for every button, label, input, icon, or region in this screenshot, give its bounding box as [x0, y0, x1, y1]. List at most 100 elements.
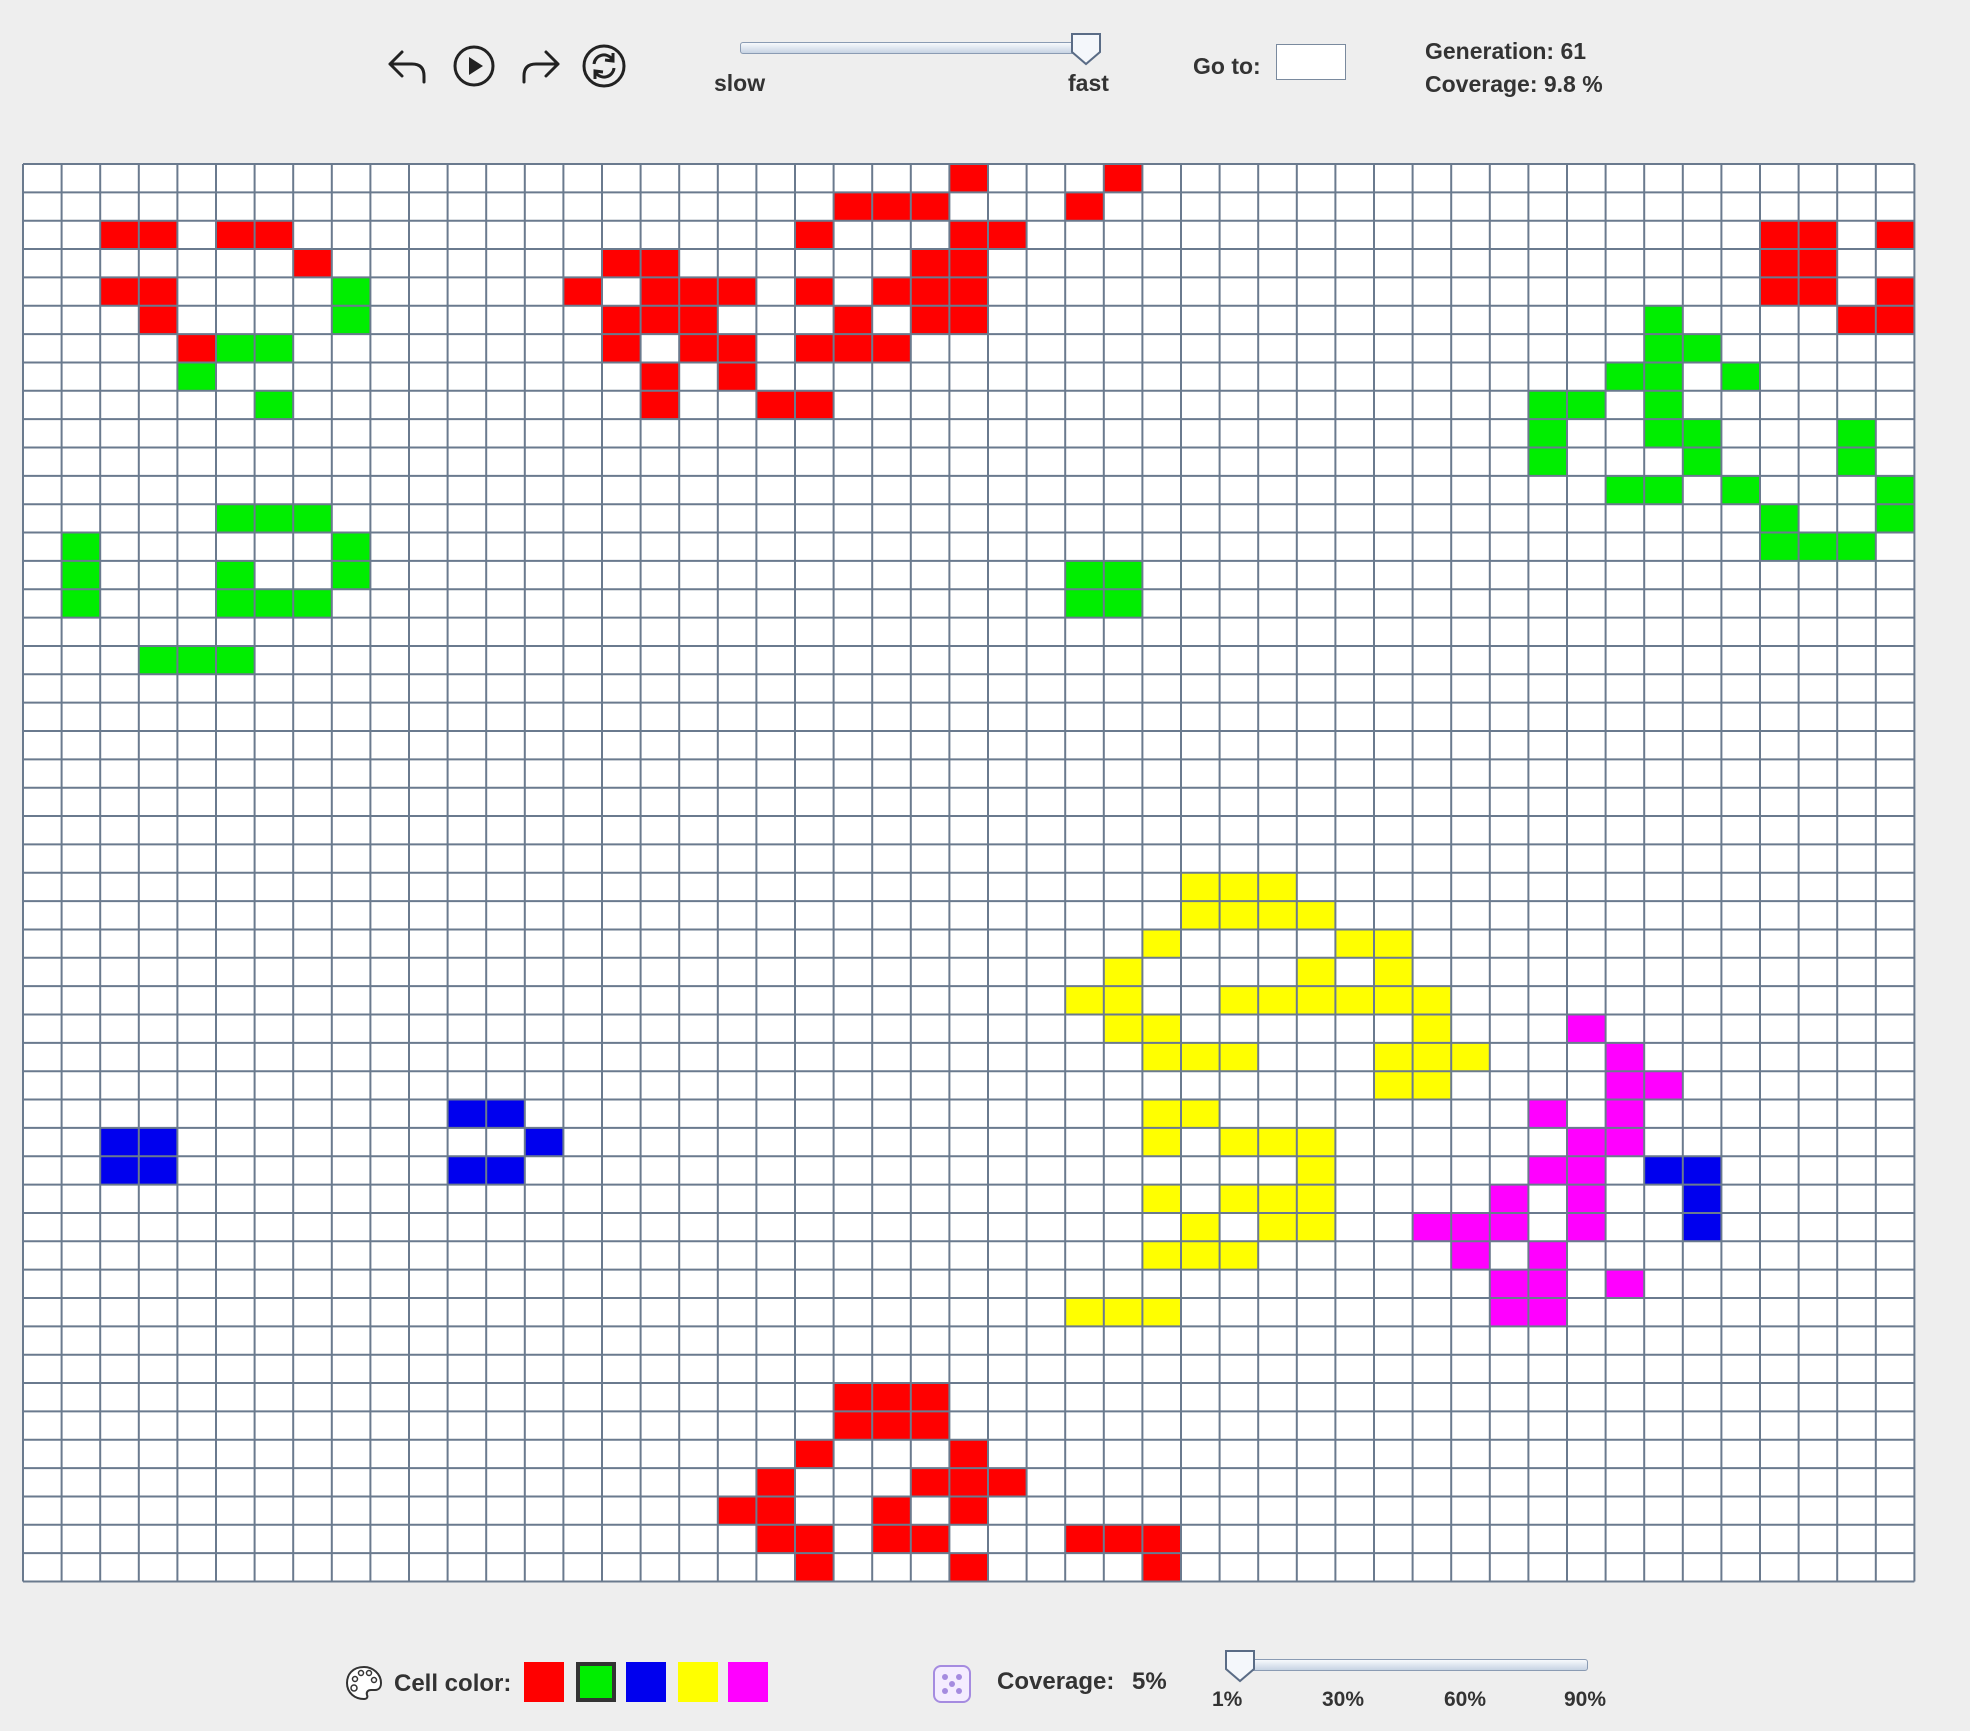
live-cell[interactable] [872, 277, 911, 306]
live-cell[interactable] [1875, 220, 1915, 250]
live-cell[interactable] [1065, 589, 1104, 618]
live-cell[interactable] [1682, 447, 1722, 476]
live-cell[interactable] [1682, 1184, 1722, 1213]
live-cell[interactable] [331, 277, 371, 306]
live-cell[interactable] [1296, 1184, 1336, 1213]
live-cell[interactable] [1567, 1212, 1606, 1242]
live-cell[interactable] [872, 334, 911, 363]
live-cell[interactable] [1065, 1524, 1104, 1554]
live-cell[interactable] [138, 220, 178, 250]
live-cell[interactable] [1798, 532, 1838, 561]
live-cell[interactable] [910, 1468, 950, 1497]
live-cell[interactable] [1181, 872, 1220, 902]
live-cell[interactable] [1489, 1212, 1529, 1242]
live-cell[interactable] [1258, 1127, 1297, 1157]
live-cell[interactable] [1412, 1071, 1452, 1100]
live-cell[interactable] [1142, 929, 1181, 958]
live-cell[interactable] [1682, 1212, 1722, 1242]
live-cell[interactable] [1142, 1241, 1181, 1270]
live-cell[interactable] [640, 305, 680, 335]
live-cell[interactable] [795, 1553, 834, 1582]
live-cell[interactable] [100, 277, 139, 306]
live-cell[interactable] [1605, 1099, 1645, 1128]
live-cell[interactable] [988, 220, 1027, 250]
live-cell[interactable] [1219, 1042, 1259, 1072]
live-cell[interactable] [1374, 1071, 1413, 1100]
live-cell[interactable] [1103, 1298, 1143, 1327]
live-cell[interactable] [138, 645, 178, 675]
live-cell[interactable] [1837, 447, 1876, 476]
live-cell[interactable] [640, 249, 680, 278]
live-cell[interactable] [1451, 1212, 1490, 1242]
live-cell[interactable] [1644, 475, 1683, 505]
live-cell[interactable] [910, 1411, 950, 1440]
live-cell[interactable] [254, 589, 294, 618]
live-cell[interactable] [1644, 334, 1683, 363]
live-cell[interactable] [1644, 419, 1683, 448]
live-cell[interactable] [1837, 532, 1876, 561]
live-cell[interactable] [216, 589, 255, 618]
live-cell[interactable] [1760, 249, 1799, 278]
live-cell[interactable] [1760, 277, 1799, 306]
live-cell[interactable] [177, 645, 216, 675]
live-cell[interactable] [833, 305, 873, 335]
live-cell[interactable] [1181, 1212, 1220, 1242]
live-cell[interactable] [602, 305, 641, 335]
live-cell[interactable] [1219, 901, 1259, 930]
live-cell[interactable] [949, 1439, 988, 1469]
live-cell[interactable] [1760, 504, 1799, 533]
live-cell[interactable] [486, 1099, 525, 1128]
live-cell[interactable] [1528, 1099, 1567, 1128]
live-cell[interactable] [1296, 1212, 1336, 1242]
live-cell[interactable] [872, 1524, 911, 1554]
live-cell[interactable] [1528, 419, 1567, 448]
live-cell[interactable] [988, 1468, 1027, 1497]
live-cell[interactable] [1219, 1241, 1259, 1270]
live-cell[interactable] [1760, 220, 1799, 250]
live-cell[interactable] [138, 1127, 178, 1157]
live-cell[interactable] [138, 1156, 178, 1185]
live-cell[interactable] [795, 1439, 834, 1469]
live-cell[interactable] [910, 1524, 950, 1554]
live-cell[interactable] [833, 192, 873, 221]
live-cell[interactable] [1258, 986, 1297, 1015]
live-cell[interactable] [331, 532, 371, 561]
live-cell[interactable] [1258, 901, 1297, 930]
live-cell[interactable] [949, 1468, 988, 1497]
live-cell[interactable] [1412, 1014, 1452, 1043]
live-cell[interactable] [563, 277, 602, 306]
live-cell[interactable] [177, 334, 216, 363]
live-cell[interactable] [1682, 1156, 1722, 1185]
live-cell[interactable] [949, 277, 988, 306]
live-cell[interactable] [833, 334, 873, 363]
live-cell[interactable] [447, 1156, 487, 1185]
cell-color-swatch-yellow[interactable] [678, 1662, 718, 1702]
live-cell[interactable] [910, 192, 950, 221]
live-cell[interactable] [293, 589, 332, 618]
live-cell[interactable] [1644, 305, 1683, 335]
live-cell[interactable] [1103, 957, 1143, 987]
live-cell[interactable] [1567, 1127, 1606, 1157]
live-cell[interactable] [640, 362, 680, 391]
live-cell[interactable] [1644, 390, 1683, 420]
live-cell[interactable] [872, 1383, 911, 1412]
cell-color-swatch-blue[interactable] [626, 1662, 666, 1702]
live-cell[interactable] [61, 589, 101, 618]
live-cell[interactable] [679, 305, 718, 335]
live-cell[interactable] [1682, 334, 1722, 363]
live-cell[interactable] [1142, 1014, 1181, 1043]
live-cell[interactable] [1374, 929, 1413, 958]
live-cell[interactable] [1181, 1042, 1220, 1072]
live-cell[interactable] [1219, 872, 1259, 902]
live-cell[interactable] [1489, 1298, 1529, 1327]
live-cell[interactable] [872, 192, 911, 221]
live-cell[interactable] [1181, 1099, 1220, 1128]
coverage-slider-thumb[interactable] [1224, 1649, 1256, 1683]
live-cell[interactable] [1528, 447, 1567, 476]
live-cell[interactable] [679, 334, 718, 363]
live-cell[interactable] [1258, 1184, 1297, 1213]
live-cell[interactable] [1605, 1042, 1645, 1072]
live-cell[interactable] [1296, 1127, 1336, 1157]
live-cell[interactable] [602, 249, 641, 278]
live-cell[interactable] [1142, 1127, 1181, 1157]
